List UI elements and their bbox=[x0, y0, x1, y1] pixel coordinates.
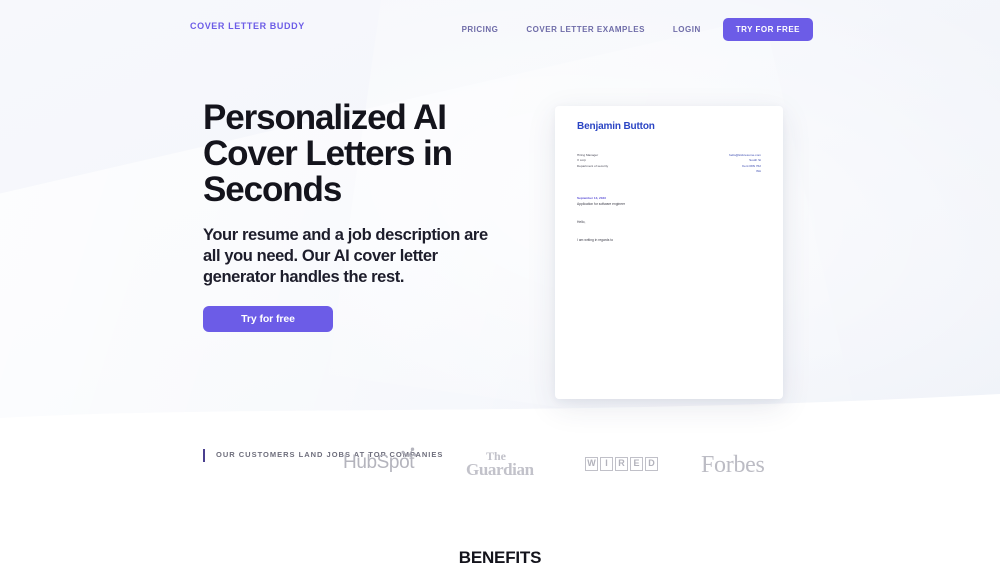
letter-recipient-line: Department of security bbox=[577, 163, 609, 168]
letter-subject: Application for software engineer bbox=[577, 202, 626, 207]
cover-letter-preview-card[interactable]: Benjamin Button Hiring Manager X corp De… bbox=[555, 106, 783, 399]
letter-address-row: Hiring Manager X corp Department of secu… bbox=[577, 153, 761, 175]
benefits-section-title: BENEFITS bbox=[458, 548, 542, 563]
letter-recipient-block: Hiring Manager X corp Department of secu… bbox=[577, 153, 608, 175]
nav-link-login[interactable]: LOGIN bbox=[673, 21, 701, 38]
landing-page: COVER LETTER BUDDY PRICING COVER LETTER … bbox=[0, 0, 1000, 563]
try-for-free-nav-button[interactable]: TRY FOR FREE bbox=[722, 18, 813, 41]
letter-contact-line: WA bbox=[756, 169, 761, 174]
site-logo[interactable]: COVER LETTER BUDDY bbox=[190, 21, 305, 31]
top-navigation: COVER LETTER BUDDY PRICING COVER LETTER … bbox=[0, 0, 1000, 52]
letter-date: September 13, 2023 bbox=[577, 195, 606, 200]
try-for-free-hero-button[interactable]: Try for free bbox=[203, 306, 333, 333]
social-proof-strip bbox=[0, 430, 1000, 512]
nav-link-cover-letter-examples[interactable]: COVER LETTER EXAMPLES bbox=[526, 21, 645, 38]
letter-greeting: Hello, bbox=[577, 219, 586, 224]
page-title: Personalized AI Cover Letters in Seconds bbox=[203, 98, 453, 210]
letter-author-name: Benjamin Button bbox=[577, 121, 655, 132]
nav-link-pricing[interactable]: PRICING bbox=[462, 21, 499, 38]
letter-contact-block: hello@kickresume.com South St Kent 08N 7… bbox=[729, 153, 761, 175]
letter-body-text: I am writing in regards to bbox=[577, 237, 614, 242]
hero-content: Personalized AI Cover Letters in Seconds… bbox=[203, 98, 533, 333]
hero-subheadline: Your resume and a job description are al… bbox=[203, 226, 488, 286]
nav-links: PRICING COVER LETTER EXAMPLES LOGIN TRY … bbox=[462, 18, 813, 41]
